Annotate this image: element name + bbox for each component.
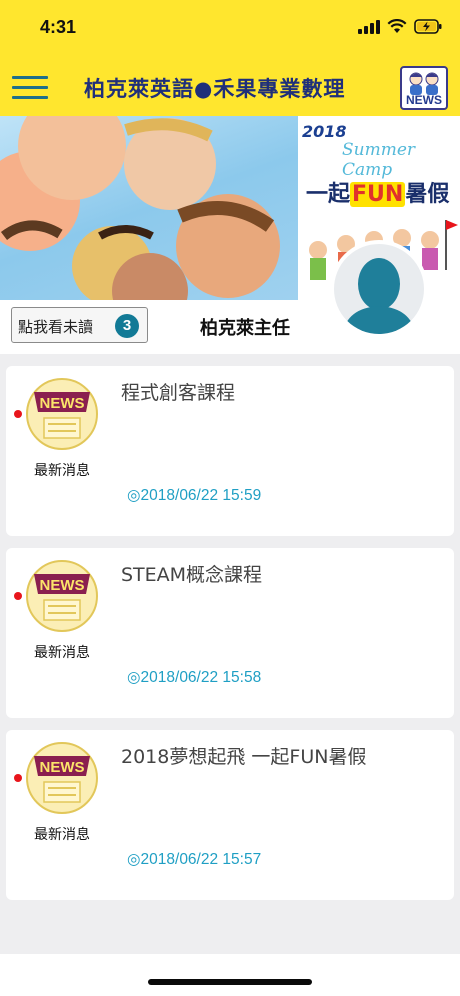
news-icon: NEWS [26, 378, 98, 450]
status-bar: 4:31 [0, 0, 460, 58]
menu-icon-bar [12, 96, 48, 99]
news-card[interactable]: NEWS 最新消息 程式創客課程 ◎2018/06/22 15:59 [6, 366, 454, 536]
menu-button[interactable] [12, 71, 48, 103]
camp-year: 2018 [302, 122, 347, 141]
unread-indicator [14, 410, 22, 418]
status-time: 4:31 [40, 17, 77, 37]
news-button-label: NEWS [406, 93, 442, 107]
unread-button[interactable]: 點我看未讀 3 [11, 307, 148, 343]
children-photo [0, 116, 298, 300]
cellular-signal-icon [358, 19, 380, 34]
news-card[interactable]: NEWS 最新消息 2018夢想起飛 一起FUN暑假 ◎2018/06/22 1… [6, 730, 454, 900]
camp-slogan-suffix: 暑假 [405, 182, 450, 207]
news-category: 最新消息 [34, 827, 90, 843]
news-button[interactable]: NEWS [400, 66, 448, 110]
news-card[interactable]: NEWS 最新消息 STEAM概念課程 ◎2018/06/22 15:58 [6, 548, 454, 718]
news-icon-label: NEWS [40, 577, 85, 594]
camp-slogan: 一起FUN暑假 [306, 176, 449, 208]
avatar[interactable] [330, 240, 428, 338]
unread-indicator [14, 592, 22, 600]
menu-icon-bar [12, 86, 48, 89]
camp-title: Summer Camp [342, 140, 416, 180]
news-icon: NEWS [26, 560, 98, 632]
news-category: 最新消息 [34, 463, 90, 479]
menu-icon [12, 76, 48, 79]
camp-slogan-highlight: FUN [350, 182, 406, 207]
news-icon: NEWS [26, 742, 98, 814]
news-category: 最新消息 [34, 645, 90, 661]
camp-slogan-prefix: 一起 [306, 182, 351, 207]
wifi-icon [387, 19, 407, 33]
profile-bar: 點我看未讀 3 柏克萊主任 [0, 240, 460, 354]
news-icon-label: NEWS [40, 395, 85, 412]
news-title: STEAM概念課程 [121, 564, 263, 586]
person-silhouette-icon [342, 258, 416, 334]
page-title: 柏克萊英語●禾果專業數理 [84, 77, 346, 101]
news-timestamp: ◎2018/06/22 15:58 [127, 669, 262, 686]
unread-count-badge: 3 [115, 314, 139, 338]
status-icons [358, 19, 442, 34]
app-header: 柏克萊英語●禾果專業數理 NEWS [0, 58, 460, 116]
news-title: 程式創客課程 [121, 382, 236, 404]
profile-name: 柏克萊主任 [200, 318, 290, 339]
news-timestamp: ◎2018/06/22 15:59 [127, 487, 262, 504]
news-title: 2018夢想起飛 一起FUN暑假 [121, 746, 367, 768]
bottom-bar [0, 954, 460, 996]
news-timestamp: ◎2018/06/22 15:57 [127, 851, 262, 868]
children-illustration [0, 116, 280, 300]
battery-charging-icon [414, 19, 442, 34]
news-icon-label: NEWS [40, 759, 85, 776]
unread-button-label: 點我看未讀 [18, 318, 94, 336]
home-indicator[interactable] [148, 979, 312, 985]
unread-indicator [14, 774, 22, 782]
